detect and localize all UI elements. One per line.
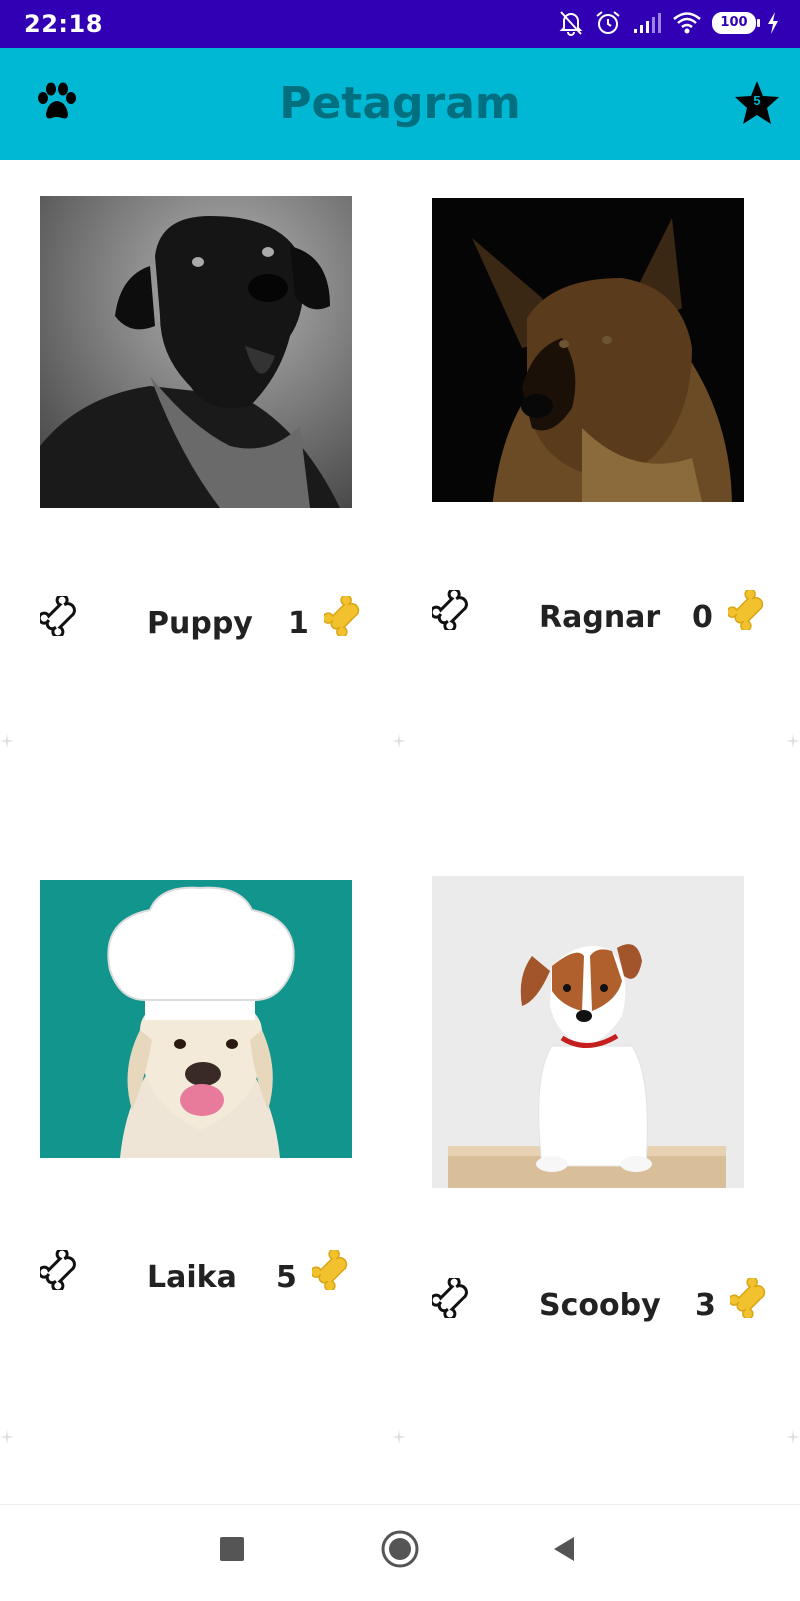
status-icons: 100 (558, 9, 780, 37)
gold-bone-icon (310, 1248, 352, 1292)
pet-name: Ragnar (539, 600, 661, 635)
system-nav-bar (0, 1504, 800, 1601)
pet-likes-count: 3 (695, 1288, 716, 1323)
bone-outline-icon (37, 593, 76, 639)
gold-bone-icon (322, 594, 364, 638)
card-corner-decoration (0, 1430, 14, 1444)
pet-name: Scooby (539, 1288, 661, 1323)
pet-photo (432, 198, 744, 502)
like-bone-button[interactable] (429, 1275, 472, 1321)
card-corner-decoration (786, 734, 800, 748)
app-title: Petagram (279, 78, 521, 129)
wifi-icon (673, 12, 701, 34)
back-triangle-icon[interactable] (550, 1535, 578, 1568)
recents-square-icon[interactable] (218, 1535, 246, 1568)
card-corner-decoration (786, 1430, 800, 1444)
bone-outline-icon (429, 1275, 468, 1321)
gold-bone-icon (726, 588, 768, 632)
charging-icon (768, 12, 778, 34)
card-corner-decoration (0, 734, 14, 748)
pet-likes-count: 0 (692, 600, 713, 635)
card-corner-decoration (392, 1430, 406, 1444)
pet-name: Puppy (147, 606, 253, 641)
signal-icon (634, 13, 661, 33)
pet-card: Scooby 3 (429, 876, 784, 1396)
status-bar: 22:18 100 (0, 0, 800, 48)
pet-card: Ragnar 0 (429, 196, 784, 716)
pet-photo (432, 876, 744, 1188)
bell-off-icon (559, 11, 583, 36)
pet-card: Puppy 1 (37, 196, 392, 716)
pet-photo (40, 880, 352, 1158)
bone-outline-icon (429, 587, 468, 633)
app-bar: Petagram 5 (0, 48, 800, 160)
status-time: 22:18 (24, 10, 103, 38)
favorites-star-button[interactable]: 5 (732, 78, 782, 128)
favorites-count: 5 (753, 93, 761, 108)
card-corner-decoration (392, 734, 406, 748)
like-bone-button[interactable] (429, 587, 472, 633)
like-bone-button[interactable] (37, 1247, 80, 1293)
pet-likes-count: 1 (288, 606, 309, 641)
pet-photo (40, 196, 352, 508)
alarm-icon (596, 11, 620, 34)
like-bone-button[interactable] (37, 593, 80, 639)
gold-bone-icon (728, 1276, 770, 1320)
home-circle-icon[interactable] (380, 1529, 420, 1574)
bone-outline-icon (37, 1247, 76, 1293)
pet-card: Laika 5 (37, 880, 392, 1400)
battery-icon: 100 (712, 12, 760, 34)
pet-name: Laika (147, 1260, 237, 1295)
pet-likes-count: 5 (276, 1260, 297, 1295)
